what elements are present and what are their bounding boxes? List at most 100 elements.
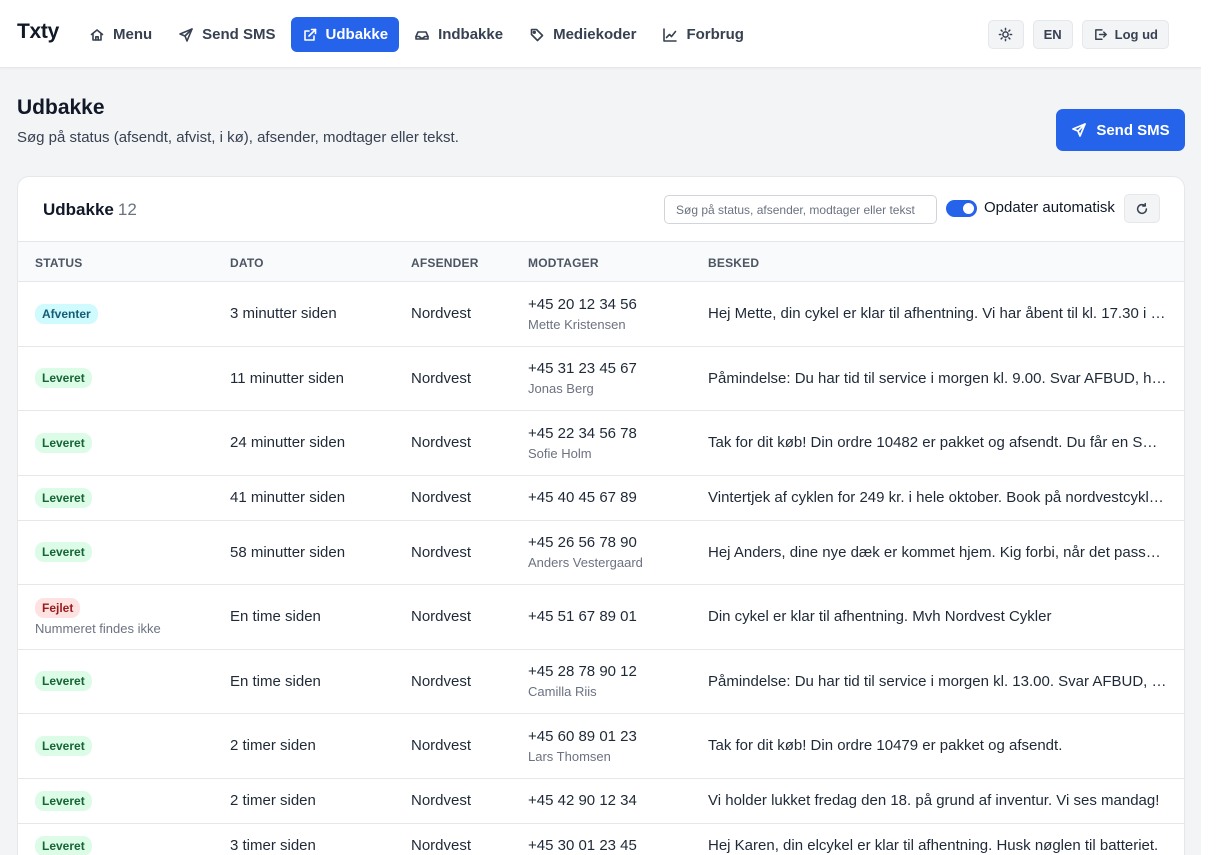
date-text: En time siden xyxy=(230,608,321,626)
table-row[interactable]: Leveret 58 minutter siden Nordvest +45 26 5… xyxy=(18,521,1184,585)
status-badge: Leveret xyxy=(35,671,92,692)
date-text: En time siden xyxy=(230,672,321,690)
sender-text: Nordvest xyxy=(411,434,472,452)
nav-item-menu[interactable]: Menu xyxy=(78,17,163,52)
recipient-cell: +45 42 90 12 34 xyxy=(528,779,637,823)
date-cell: En time siden xyxy=(230,585,321,649)
table-row[interactable]: Leveret 11 minutter siden Nordvest +45 31 2… xyxy=(18,347,1184,411)
chart-line-icon xyxy=(663,27,678,42)
column-header-recipient[interactable]: MODTAGER xyxy=(528,256,599,270)
column-header-status[interactable]: STATUS xyxy=(35,256,82,270)
message-cell: Vintertjek af cyklen for 249 kr. i hele … xyxy=(708,476,1168,520)
table-header: STATUS DATO AFSENDER MODTAGER BESKED xyxy=(18,242,1184,282)
table-row[interactable]: Leveret 41 minutter siden Nordvest +45 40 4… xyxy=(18,476,1184,521)
send-sms-button[interactable]: Send SMS xyxy=(1056,109,1185,151)
status-badge: Leveret xyxy=(35,487,92,508)
recipient-phone: +45 42 90 12 34 xyxy=(528,792,637,809)
date-cell: En time siden xyxy=(230,650,321,714)
status-badge: Leveret xyxy=(35,835,92,855)
refresh-button[interactable] xyxy=(1124,194,1160,223)
message-text: Din cykel er klar til afhentning. Mvh No… xyxy=(708,608,1052,626)
recipient-name: Anders Vestergaard xyxy=(528,555,643,571)
search-input[interactable] xyxy=(664,195,937,224)
status-badge: Leveret xyxy=(35,432,92,453)
column-header-message[interactable]: BESKED xyxy=(708,256,759,270)
status-cell: Leveret xyxy=(35,779,92,823)
outbox-card-header: Udbakke12 Opdater automatisk xyxy=(18,177,1184,242)
message-cell: Påmindelse: Du har tid til service i mor… xyxy=(708,347,1168,411)
recipient-cell: +45 51 67 89 01 xyxy=(528,585,637,649)
top-navigation-bar: Txty Menu Send SMS Udbakke Indbakke Medi… xyxy=(0,0,1201,68)
logout-button[interactable]: Log ud xyxy=(1081,20,1169,49)
main-nav: Menu Send SMS Udbakke Indbakke Mediekode… xyxy=(78,17,755,52)
nav-item-indbakke[interactable]: Indbakke xyxy=(403,17,514,52)
nav-item-label: Send SMS xyxy=(202,26,276,43)
message-text: Hej Anders, dine nye dæk er kommet hjem.… xyxy=(708,543,1168,561)
column-header-date[interactable]: DATO xyxy=(230,256,264,270)
sender-cell: Nordvest xyxy=(411,824,471,855)
status-cell: Leveret xyxy=(35,411,92,475)
outbox-title-text: Udbakke xyxy=(43,200,114,219)
logout-label: Log ud xyxy=(1114,27,1158,42)
table-row[interactable]: Afventer 3 minutter siden Nordvest +45 20 1… xyxy=(18,282,1184,347)
status-cell: Leveret xyxy=(35,476,92,520)
nav-item-send-sms[interactable]: Send SMS xyxy=(167,17,286,52)
send-icon xyxy=(1072,123,1087,137)
outbox-title: Udbakke 12 xyxy=(43,200,137,220)
recipient-cell: +45 40 45 67 89 xyxy=(528,476,637,520)
message-text: Vi holder lukket fredag den 18. på grund… xyxy=(708,792,1160,809)
recipient-name: Camilla Riis xyxy=(528,684,597,700)
sender-cell: Nordvest xyxy=(411,650,471,714)
nav-item-udbakke[interactable]: Udbakke xyxy=(290,17,400,52)
message-cell: Tak for dit køb! Din ordre 10482 er pakk… xyxy=(708,411,1168,475)
table-row[interactable]: Leveret 24 minutter siden Nordvest +45 22 3… xyxy=(18,411,1184,476)
refresh-icon xyxy=(1136,202,1148,214)
sender-cell: Nordvest xyxy=(411,476,471,520)
recipient-phone: +45 28 78 90 12 xyxy=(528,663,637,681)
recipient-cell: +45 31 23 45 67 Jonas Berg xyxy=(528,347,637,411)
status-badge: Leveret xyxy=(35,542,92,563)
table-row[interactable]: Fejlet Nummeret findes ikke En time siden N… xyxy=(18,585,1184,650)
logout-icon xyxy=(1094,29,1107,40)
table-row[interactable]: Leveret 2 timer siden Nordvest +45 60 89 01… xyxy=(18,714,1184,779)
nav-item-mediekoder[interactable]: Mediekoder xyxy=(518,17,647,52)
recipient-phone: +45 60 89 01 23 xyxy=(528,727,637,745)
sender-text: Nordvest xyxy=(411,672,472,690)
sender-cell: Nordvest xyxy=(411,779,471,823)
outbox-card: Udbakke12 Opdater automatisk STATUS DATO… xyxy=(17,176,1185,855)
language-button[interactable]: EN xyxy=(1032,20,1073,49)
top-actions: EN Log ud xyxy=(987,20,1169,49)
recipient-cell: +45 22 34 56 78 Sofie Holm xyxy=(528,411,637,475)
theme-toggle-button[interactable] xyxy=(987,20,1024,49)
send-sms-label: Send SMS xyxy=(1096,121,1170,139)
table-row[interactable]: Leveret 3 timer siden Nordvest +45 30 01 23… xyxy=(18,824,1184,855)
sender-text: Nordvest xyxy=(411,737,472,755)
sender-cell: Nordvest xyxy=(411,585,471,649)
column-header-sender[interactable]: AFSENDER xyxy=(411,256,479,270)
nav-item-label: Mediekoder xyxy=(553,26,637,43)
message-cell: Din cykel er klar til afhentning. Mvh No… xyxy=(708,585,1168,649)
outbox-table-body: Afventer 3 minutter siden Nordvest +45 20 1… xyxy=(18,282,1184,855)
recipient-phone: +45 20 12 34 56 xyxy=(528,295,637,313)
table-row[interactable]: Leveret 2 timer siden Nordvest +45 42 90 12… xyxy=(18,779,1184,824)
brand-logo[interactable]: Txty xyxy=(17,20,59,44)
sender-text: Nordvest xyxy=(411,489,472,506)
nav-item-label: Menu xyxy=(113,26,153,43)
scrollbar-track[interactable] xyxy=(1201,0,1216,855)
nav-item-forbrug[interactable]: Forbrug xyxy=(651,17,755,52)
sender-text: Nordvest xyxy=(411,837,472,854)
sender-cell: Nordvest xyxy=(411,411,471,475)
sender-text: Nordvest xyxy=(411,305,472,323)
message-text: Påmindelse: Du har tid til service i mor… xyxy=(708,672,1168,690)
table-row[interactable]: Leveret En time siden Nordvest +45 28 78 90… xyxy=(18,650,1184,714)
status-cell: Leveret xyxy=(35,521,92,585)
recipient-cell: +45 20 12 34 56 Mette Kristensen xyxy=(528,282,637,346)
date-text: 2 timer siden xyxy=(230,737,316,755)
external-link-icon xyxy=(303,28,316,41)
date-cell: 41 minutter siden xyxy=(230,476,345,520)
message-cell: Påmindelse: Du har tid til service i mor… xyxy=(708,650,1168,714)
auto-refresh-toggle[interactable] xyxy=(946,200,977,217)
page-title: Udbakke xyxy=(17,96,105,119)
message-text: Hej Mette, din cykel er klar til afhentn… xyxy=(708,305,1168,323)
date-text: 58 minutter siden xyxy=(230,543,346,561)
